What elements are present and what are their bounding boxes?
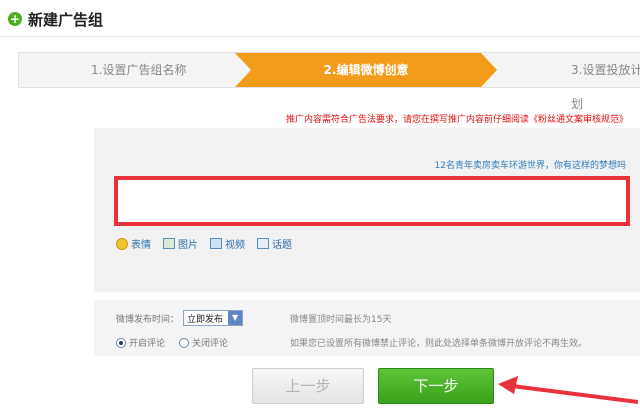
- image-label: 图片: [178, 240, 198, 251]
- publish-time-value: 立即发布: [187, 314, 224, 325]
- comment-on-radio[interactable]: 开启评论: [116, 336, 165, 349]
- chevron-down-icon: ▼: [228, 311, 243, 325]
- editor-toolbar: 表情 图片 视频 话题: [116, 236, 304, 251]
- video-button[interactable]: 视频: [210, 236, 245, 251]
- emoji-button[interactable]: 表情: [116, 236, 151, 251]
- topic-label: 话题: [272, 240, 292, 251]
- comment-option-row: 开启评论 关闭评论: [116, 336, 242, 349]
- radio-checked-icon: [116, 337, 126, 348]
- plus-icon: +: [8, 12, 22, 26]
- page-header: + 新建广告组: [8, 8, 103, 30]
- page-title: 新建广告组: [28, 10, 104, 29]
- ad-law-notice[interactable]: 推广内容需符合广告法要求，请您在撰写推广内容前仔细阅读《粉丝通文案审核规范》: [286, 112, 628, 125]
- topic-icon: [257, 238, 269, 249]
- annotation-arrow: [498, 376, 639, 404]
- next-step-button[interactable]: 下一步: [378, 368, 494, 404]
- publish-time-label: 微博发布时间：: [116, 314, 180, 325]
- step-2-active: 2.编辑微博创意: [235, 53, 497, 87]
- video-label: 视频: [225, 240, 245, 251]
- comment-off-radio[interactable]: 关闭评论: [179, 336, 228, 349]
- smile-icon: [116, 237, 128, 250]
- comment-on-label: 开启评论: [129, 339, 166, 349]
- step-2-label: 2.编辑微博创意: [323, 63, 409, 77]
- prev-step-button[interactable]: 上一步: [252, 368, 364, 404]
- publish-time-select[interactable]: 立即发布 ▼: [183, 310, 244, 326]
- video-icon: [210, 238, 222, 249]
- step-3: 3.设置投放计划: [571, 63, 640, 111]
- sample-slogan: 12名青年卖房卖车环游世界，你有这样的梦想吗: [434, 161, 626, 171]
- publish-time-row: 微博发布时间： 立即发布 ▼: [116, 310, 244, 326]
- image-icon: [163, 238, 175, 249]
- step-1: 1.设置广告组名称: [91, 63, 187, 77]
- emoji-label: 表情: [131, 240, 151, 251]
- image-button[interactable]: 图片: [163, 236, 198, 251]
- divider: [0, 36, 640, 37]
- comment-off-label: 关闭评论: [192, 339, 229, 349]
- pin-duration-note: 微博置顶时间最长为15天: [290, 315, 392, 325]
- comment-note: 如果您已设置所有微博禁止评论，则此处选择单条微博开放评论不再生效。: [290, 339, 588, 349]
- step-progress: 1.设置广告组名称 2.编辑微博创意 3.设置投放计划: [18, 52, 640, 111]
- topic-button[interactable]: 话题: [257, 236, 292, 251]
- radio-unchecked-icon: [179, 337, 190, 348]
- weibo-content-textarea[interactable]: [114, 176, 630, 226]
